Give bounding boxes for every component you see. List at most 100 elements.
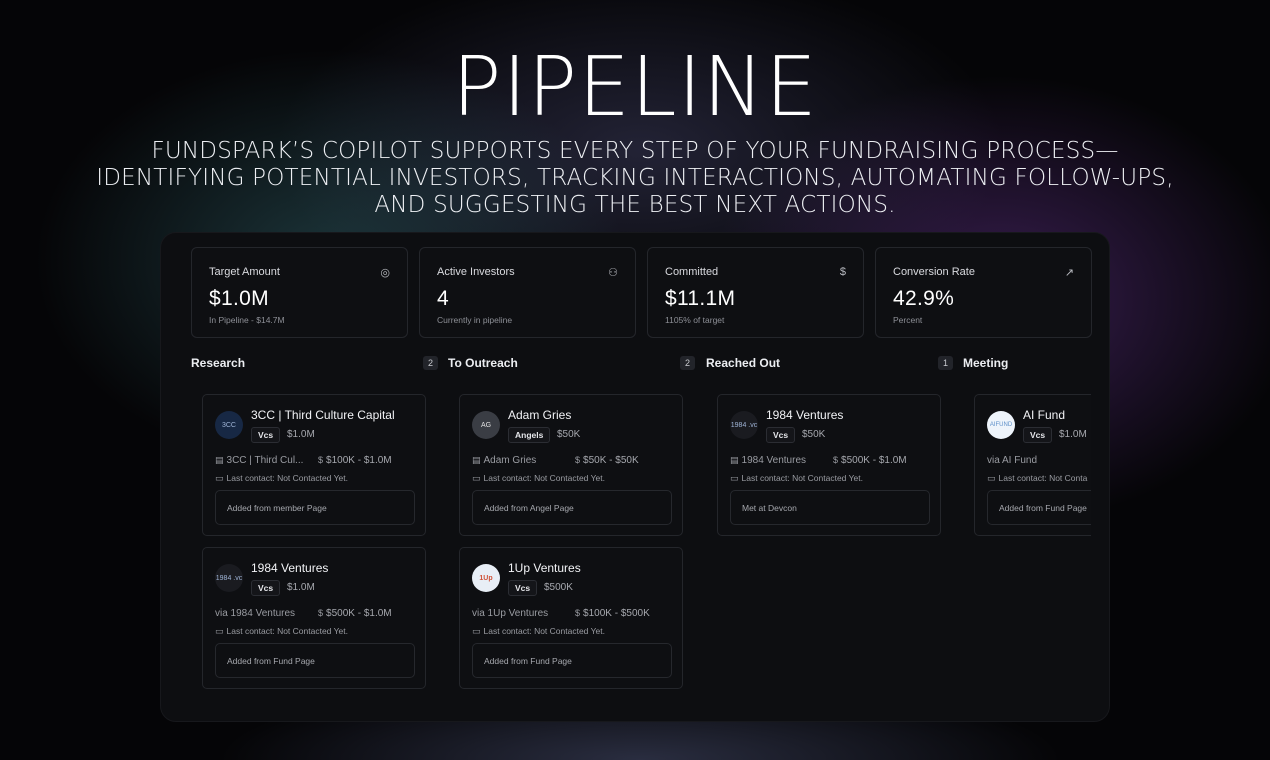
avatar: 1984 .vc [730, 411, 758, 439]
trending-up-icon: ↗ [1064, 267, 1074, 279]
column-title: Reached Out [706, 356, 781, 370]
investor-name: 1Up Ventures [508, 561, 581, 575]
check-range: $ $100K - $500K [575, 608, 650, 619]
subtitle-line: AND SUGGESTING THE BEST NEXT ACTIONS. [374, 192, 896, 218]
stat-label: Conversion Rate [893, 266, 975, 278]
check-range: $ $500K - $1.0M [833, 455, 907, 466]
dollar-icon: $ [575, 608, 581, 618]
stat-value: $11.1M [665, 287, 736, 310]
dollar-icon: $ [575, 455, 581, 465]
investor-card[interactable]: AIFUND AI Fund Vcs $1.0M via AI Fund ▭ La… [974, 394, 1091, 536]
dollar-icon: $ [318, 455, 324, 465]
page-title: PIPELINE [452, 40, 818, 135]
stat-card-investors: Active Investors ⚇ 4 Currently in pipeli… [419, 247, 636, 338]
check-amount: $500K [544, 582, 573, 593]
column-title: Research [191, 356, 246, 370]
column-header: Meeting [963, 353, 1109, 373]
column-meeting: Meeting AIFUND AI Fund Vcs $1.0M via AI … [963, 353, 1109, 536]
kanban-board: Research 2 3CC 3CC | Third Culture Capit… [191, 353, 1109, 713]
column-reached-out: Reached Out 1 1984 .vc 1984 Ventures Vcs… [706, 353, 953, 536]
type-badge: Vcs [766, 427, 796, 443]
check-amount: $50K [802, 429, 826, 440]
stat-card-committed: Committed $ $11.1M 1105% of target [647, 247, 864, 338]
check-range: $ $50K - $50K [575, 455, 639, 466]
building-icon: ▤ [472, 455, 481, 465]
check-range: $ $500K - $1.0M [318, 608, 392, 619]
calendar-icon: ▭ [472, 626, 481, 636]
column-count-badge: 2 [422, 356, 438, 370]
last-contact: ▭ Last contact: Not Conta [987, 473, 1088, 483]
check-amount: $1.0M [287, 429, 315, 440]
via-source: via AI Fund [987, 455, 1038, 466]
column-to-outreach: To Outreach 2 AG Adam Gries Angels $50K … [448, 353, 695, 689]
dollar-icon: $ [318, 608, 324, 618]
stat-value: 4 [437, 287, 449, 310]
card-note: Added from member Page [215, 490, 415, 525]
investor-card[interactable]: 3CC 3CC | Third Culture Capital Vcs $1.0… [202, 394, 426, 536]
avatar: 1Up [472, 564, 500, 592]
hero: PIPELINE FUNDSPARK’S COPILOT SUPPORTS EV… [0, 40, 1270, 219]
calendar-icon: ▭ [730, 473, 739, 483]
stat-value: 42.9% [893, 287, 955, 310]
target-icon: ◎ [380, 267, 390, 279]
investor-card[interactable]: 1Up 1Up Ventures Vcs $500K via 1Up Ventu… [459, 547, 683, 689]
page-subtitle: FUNDSPARK’S COPILOT SUPPORTS EVERY STEP … [0, 138, 1270, 219]
type-badge: Vcs [1023, 427, 1053, 443]
column-title: Meeting [963, 356, 1009, 370]
stat-label: Active Investors [437, 266, 515, 278]
building-icon: ▤ [215, 455, 224, 465]
stat-sub: 1105% of target [665, 315, 725, 325]
investor-name: Adam Gries [508, 408, 572, 422]
investor-name: AI Fund [1023, 408, 1066, 422]
investor-card[interactable]: 1984 .vc 1984 Ventures Vcs $1.0M via 198… [202, 547, 426, 689]
calendar-icon: ▭ [472, 473, 481, 483]
dollar-icon: $ [833, 455, 839, 465]
via-source: via 1Up Ventures [472, 608, 549, 619]
column-header: Reached Out 1 [706, 353, 953, 373]
calendar-icon: ▭ [215, 626, 224, 636]
investor-name: 3CC | Third Culture Capital [251, 408, 395, 422]
column-count-badge: 1 [937, 356, 953, 370]
stats-row: Target Amount ◎ $1.0M In Pipeline - $14.… [191, 247, 1092, 338]
card-note: Added from Angel Page [472, 490, 672, 525]
type-badge: Vcs [508, 580, 538, 596]
investor-name: 1984 Ventures [251, 561, 329, 575]
column-count-badge: 2 [679, 356, 695, 370]
subtitle-line: IDENTIFYING POTENTIAL INVESTORS, TRACKIN… [96, 165, 1174, 191]
via-source: ▤ Adam Gries [472, 455, 537, 466]
via-source: ▤ 3CC | Third Cul... [215, 455, 304, 466]
stat-sub: Percent [893, 315, 923, 325]
check-amount: $1.0M [287, 582, 315, 593]
card-note: Added from Fund Page [987, 490, 1091, 525]
via-source: ▤ 1984 Ventures [730, 455, 807, 466]
last-contact: ▭ Last contact: Not Contacted Yet. [215, 626, 348, 636]
investor-name: 1984 Ventures [766, 408, 844, 422]
calendar-icon: ▭ [987, 473, 996, 483]
calendar-icon: ▭ [215, 473, 224, 483]
avatar: AIFUND [987, 411, 1015, 439]
type-badge: Vcs [251, 580, 281, 596]
stat-card-conversion: Conversion Rate ↗ 42.9% Percent [875, 247, 1092, 338]
last-contact: ▭ Last contact: Not Contacted Yet. [730, 473, 863, 483]
building-icon: ▤ [730, 455, 739, 465]
check-amount: $50K [557, 429, 581, 440]
card-note: Added from Fund Page [215, 643, 415, 678]
dollar-icon: $ [839, 266, 846, 278]
subtitle-line: FUNDSPARK’S COPILOT SUPPORTS EVERY STEP … [151, 138, 1119, 164]
investor-card[interactable]: 1984 .vc 1984 Ventures Vcs $50K ▤ 1984 Ve… [717, 394, 941, 536]
users-icon: ⚇ [608, 267, 618, 279]
avatar: 1984 .vc [215, 564, 243, 592]
check-range: $ $100K - $1.0M [318, 455, 392, 466]
last-contact: ▭ Last contact: Not Contacted Yet. [472, 473, 605, 483]
avatar: AG [472, 411, 500, 439]
pipeline-panel: Target Amount ◎ $1.0M In Pipeline - $14.… [160, 232, 1110, 722]
stat-label: Committed [665, 266, 719, 278]
via-source: via 1984 Ventures [215, 608, 296, 619]
stat-label: Target Amount [209, 266, 280, 278]
investor-card[interactable]: AG Adam Gries Angels $50K ▤ Adam Gries $ $… [459, 394, 683, 536]
column-header: To Outreach 2 [448, 353, 695, 373]
last-contact: ▭ Last contact: Not Contacted Yet. [215, 473, 348, 483]
stat-card-target: Target Amount ◎ $1.0M In Pipeline - $14.… [191, 247, 408, 338]
column-header: Research 2 [191, 353, 438, 373]
avatar: 3CC [215, 411, 243, 439]
